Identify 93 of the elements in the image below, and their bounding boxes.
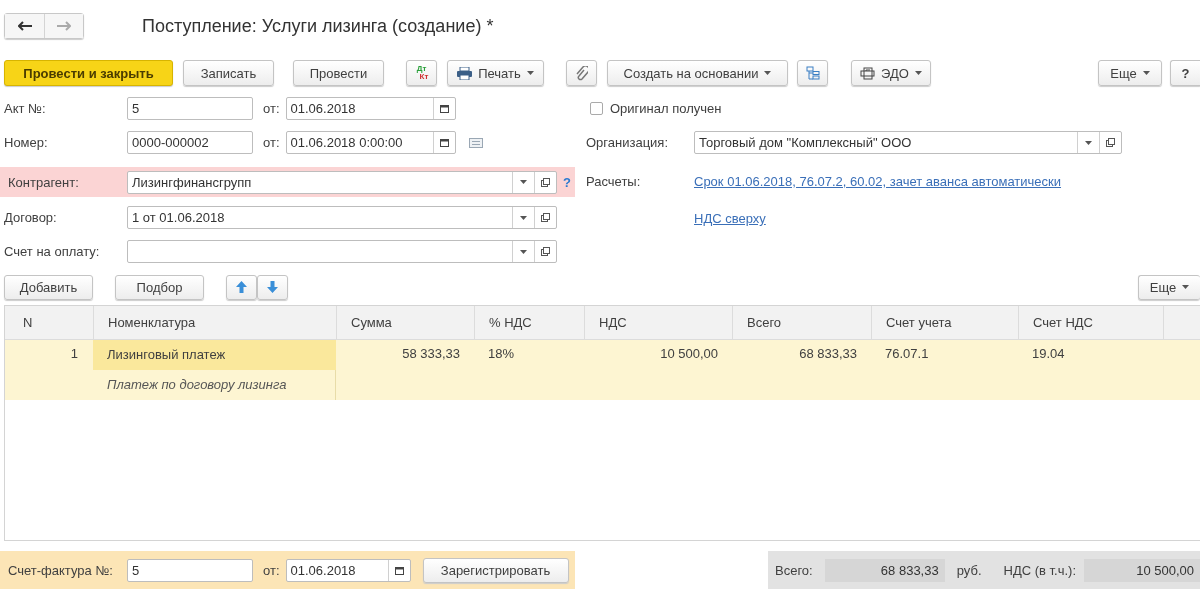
table-cell: Платеж по договору лизинга <box>93 370 336 400</box>
column-header[interactable]: % НДС <box>474 306 584 339</box>
back-button[interactable] <box>5 14 44 38</box>
column-header[interactable]: Счет учета <box>871 306 1018 339</box>
date-field[interactable]: 01.06.2018 <box>285 558 411 582</box>
field-label: от: <box>263 135 280 150</box>
paperclip-icon <box>575 65 588 81</box>
table-cell-text: 10 500,00 <box>659 345 719 363</box>
down-arrow-icon <box>267 281 278 293</box>
caret-icon <box>520 249 527 254</box>
column-header[interactable]: Сумма <box>336 306 474 339</box>
navigation-button-group[interactable] <box>4 13 84 39</box>
column-header[interactable]: НДС <box>584 306 732 339</box>
table-cell-text: 68 833,33 <box>798 345 858 363</box>
document-exchange-icon <box>860 66 876 80</box>
table-cell[interactable]: Лизинговый платеж <box>93 340 336 370</box>
attach-button[interactable] <box>566 60 597 86</box>
field-label: Номер: <box>4 135 49 150</box>
add-button[interactable]: Добавить <box>4 274 93 300</box>
caret-icon <box>1182 285 1190 289</box>
open-form-icon <box>541 177 550 187</box>
table-row[interactable]: 1 Лизинговый платеж Платеж по договору лизинга 58 333,33 18% 10 500,00 68 833,33 76.07.1 19.04 <box>5 340 1200 400</box>
calendar-icon <box>394 565 404 575</box>
field-label: НДС (в т.ч.): <box>1003 562 1076 578</box>
field-label: Договор: <box>4 210 58 225</box>
more-button[interactable]: Еще <box>1098 60 1162 86</box>
caret-icon <box>520 215 527 220</box>
caret-icon <box>764 71 772 75</box>
move-up-button[interactable] <box>226 274 257 300</box>
caret-icon <box>520 180 527 184</box>
edo-button[interactable]: ЭДО <box>851 60 931 86</box>
field-label: Контрагент: <box>8 174 80 190</box>
more-button[interactable]: Еще <box>1138 274 1200 300</box>
postings-button[interactable]: Дт Кт <box>406 60 437 86</box>
register-button[interactable]: Зарегистрировать <box>422 557 569 583</box>
dropdown-field[interactable] <box>127 240 557 263</box>
dropdown-field[interactable]: Торговый дом "Комплексный" ООО <box>694 131 1122 154</box>
calendar-icon <box>439 138 449 147</box>
structure-button[interactable] <box>797 60 828 86</box>
currency-label: руб. <box>956 562 982 578</box>
dropdown-field[interactable]: Лизингфинансгрупп <box>127 170 557 194</box>
caret-icon <box>1085 140 1092 145</box>
settlements-link[interactable]: Срок 01.06.2018, 76.07.2, 60.02, зачет аванса автоматически <box>694 174 1061 189</box>
hierarchy-icon <box>805 66 820 80</box>
vat-link[interactable]: НДС сверху <box>694 211 766 226</box>
open-form-icon <box>541 247 550 256</box>
open-form-icon <box>1106 138 1115 147</box>
toolbar-button[interactable]: Записать <box>183 60 274 86</box>
table-cell-text: 19.04 <box>1031 345 1066 363</box>
field-label: Расчеты: <box>586 174 642 189</box>
field-label: Организация: <box>586 135 670 150</box>
table-cell-text: 1 <box>69 345 79 363</box>
print-button[interactable]: Печать <box>447 60 544 86</box>
printer-icon <box>457 66 473 80</box>
table-cell-text: 58 333,33 <box>401 345 461 363</box>
caret-icon <box>526 71 534 75</box>
field-label: Акт №: <box>4 101 47 116</box>
date-field[interactable]: 01.06.2018 0:00:00 <box>285 131 456 154</box>
number-field[interactable]: 5 <box>127 97 253 120</box>
checkbox[interactable] <box>590 102 603 115</box>
comment-icon[interactable] <box>468 137 483 148</box>
move-down-button[interactable] <box>257 274 288 300</box>
total-field: 68 833,33 <box>824 558 945 582</box>
field-label: Всего: <box>775 562 813 578</box>
create-based-on-button[interactable]: Создать на основании <box>607 60 788 86</box>
field-label: от: <box>263 562 280 578</box>
toolbar-button[interactable]: Провести <box>293 60 384 86</box>
up-arrow-icon <box>236 281 247 293</box>
open-form-icon <box>541 213 550 222</box>
dropdown-field[interactable]: 1 от 01.06.2018 <box>127 206 557 229</box>
field-label: от: <box>263 101 280 116</box>
vat-total-field: 10 500,00 <box>1084 558 1200 582</box>
column-header[interactable]: Всего <box>732 306 871 339</box>
table-cell-text: 76.07.1 <box>884 345 930 363</box>
checkbox-label: Оригинал получен <box>610 101 722 116</box>
column-header[interactable]: N <box>5 306 93 339</box>
column-header[interactable]: Номенклатура <box>93 306 336 339</box>
post-and-close-button[interactable]: Провести и закрыть <box>4 60 173 86</box>
field-label: Счет-фактура №: <box>8 562 114 578</box>
field-label: Счет на оплату: <box>4 244 101 259</box>
number-field[interactable]: 5 <box>127 558 253 582</box>
caret-icon <box>914 71 922 75</box>
table-cell-text: 18% <box>487 345 516 363</box>
date-field[interactable]: 01.06.2018 <box>285 97 456 120</box>
window-title: Поступление: Услуги лизинга (создание) * <box>142 15 494 37</box>
number-field[interactable]: 0000-000002 <box>127 131 253 154</box>
help-button[interactable]: ? <box>1170 60 1200 86</box>
caret-icon <box>1142 71 1150 75</box>
pick-button[interactable]: Подбор <box>115 274 204 300</box>
forward-arrow-icon <box>57 21 71 31</box>
back-arrow-icon <box>17 21 32 31</box>
column-header[interactable]: Счет НДС <box>1018 306 1163 339</box>
calendar-icon <box>439 104 449 113</box>
